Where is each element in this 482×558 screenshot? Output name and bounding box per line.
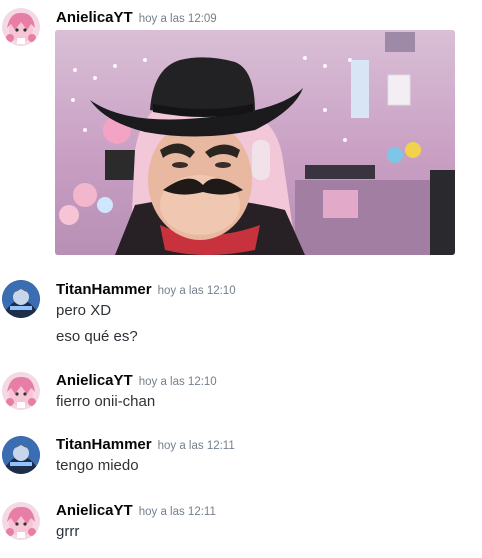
- message-text: tengo miedo: [56, 457, 139, 474]
- timestamp: hoy a las 12:10: [157, 285, 236, 297]
- message-text: eso qué es?: [56, 328, 138, 345]
- avatar[interactable]: [2, 436, 40, 474]
- message-text: grrr: [56, 523, 80, 540]
- image-attachment[interactable]: [55, 30, 455, 255]
- avatar[interactable]: [2, 502, 40, 540]
- username[interactable]: TitanHammer: [56, 281, 152, 298]
- timestamp: hoy a las 12:10: [138, 376, 217, 388]
- message-text: fierro onii-chan: [56, 393, 156, 410]
- timestamp: hoy a las 12:09: [138, 13, 217, 25]
- timestamp: hoy a las 12:11: [138, 506, 216, 518]
- avatar[interactable]: [2, 8, 40, 46]
- username[interactable]: TitanHammer: [56, 436, 152, 453]
- message-text: pero XD: [56, 302, 112, 319]
- avatar[interactable]: [2, 372, 40, 410]
- username[interactable]: AnielicaYT: [56, 9, 133, 26]
- username[interactable]: AnielicaYT: [56, 372, 133, 389]
- avatar[interactable]: [2, 280, 40, 318]
- username[interactable]: AnielicaYT: [56, 502, 133, 519]
- timestamp: hoy a las 12:11: [157, 440, 235, 452]
